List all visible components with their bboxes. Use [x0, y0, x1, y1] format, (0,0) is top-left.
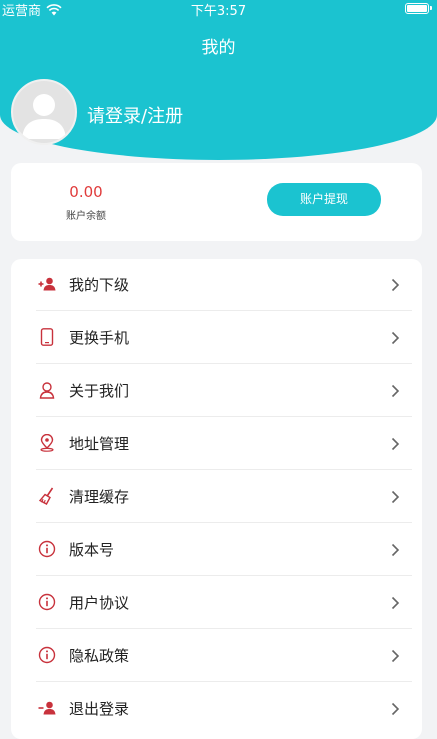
menu-item-label: 版本号 — [69, 541, 115, 559]
status-time: 下午3:57 — [190, 4, 247, 19]
person-icon — [39, 382, 55, 399]
login-register-link[interactable]: 请登录/注册 — [87, 102, 183, 128]
menu-item-label: 关于我们 — [69, 382, 130, 400]
menu-item-label: 退出登录 — [69, 700, 130, 718]
chevron-right-icon — [391, 278, 400, 292]
menu-list: 我的下级 更换手机 关于我们 地址管理 清理缓存 版本号 用户协议 隐私政策 退… — [11, 259, 422, 739]
balance-value: 0.00 — [69, 183, 103, 201]
menu-item-privacy-policy[interactable]: 隐私政策 — [36, 630, 412, 682]
add-user-icon — [38, 277, 56, 291]
withdraw-button[interactable]: 账户提现 — [267, 183, 381, 216]
menu-item-logout[interactable]: 退出登录 — [36, 683, 412, 735]
menu-item-label: 用户协议 — [69, 594, 130, 612]
menu-item-clear-cache[interactable]: 清理缓存 — [36, 471, 412, 523]
avatar-icon — [22, 94, 66, 139]
info-icon — [38, 646, 56, 664]
avatar[interactable] — [11, 79, 77, 145]
chevron-right-icon — [391, 384, 400, 398]
menu-item-user-agreement[interactable]: 用户协议 — [36, 577, 412, 629]
broom-icon — [38, 487, 54, 505]
battery-icon — [405, 3, 432, 14]
page-title: 我的 — [201, 38, 236, 58]
remove-user-icon — [38, 701, 56, 715]
chevron-right-icon — [391, 702, 400, 716]
menu-item-label: 更换手机 — [69, 329, 130, 347]
menu-item-label: 隐私政策 — [69, 647, 130, 665]
status-bar: 运营商 下午3:57 — [0, 0, 437, 19]
chevron-right-icon — [391, 543, 400, 557]
chevron-right-icon — [391, 437, 400, 451]
chevron-right-icon — [391, 649, 400, 663]
chevron-right-icon — [391, 490, 400, 504]
menu-item-label: 我的下级 — [69, 276, 130, 294]
menu-item-address-management[interactable]: 地址管理 — [36, 418, 412, 470]
balance-card: 0.00 账户余额 账户提现 — [11, 163, 422, 241]
chevron-right-icon — [391, 596, 400, 610]
menu-item-label: 地址管理 — [69, 435, 130, 453]
chevron-right-icon — [391, 331, 400, 345]
location-icon — [40, 434, 54, 452]
menu-item-label: 清理缓存 — [69, 488, 130, 506]
menu-item-change-phone[interactable]: 更换手机 — [36, 312, 412, 364]
balance-label: 账户余额 — [66, 211, 106, 222]
menu-item-subordinates[interactable]: 我的下级 — [36, 259, 412, 311]
info-icon — [38, 540, 56, 558]
phone-icon — [40, 328, 54, 346]
menu-item-version[interactable]: 版本号 — [36, 524, 412, 576]
info-icon — [38, 593, 56, 611]
menu-item-about-us[interactable]: 关于我们 — [36, 365, 412, 417]
